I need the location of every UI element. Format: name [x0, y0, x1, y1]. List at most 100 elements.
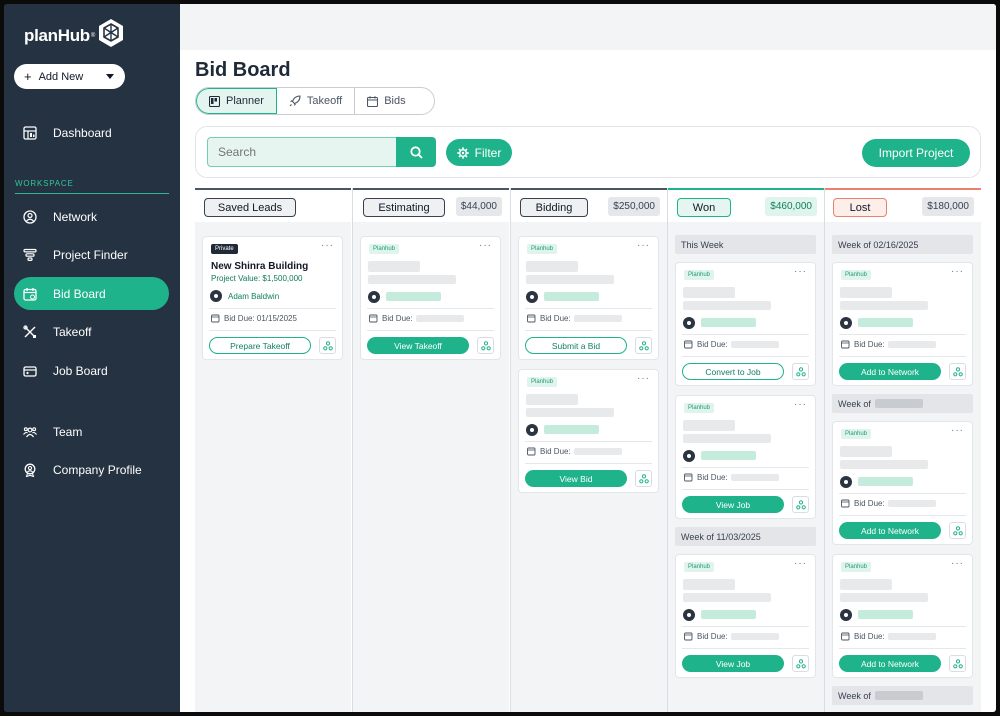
- calendar-clock-icon: [841, 632, 850, 641]
- card-divider: [682, 626, 809, 627]
- lead-card[interactable]: Private ··· New Shinra Building Project …: [202, 236, 343, 360]
- view-takeoff-button[interactable]: View Takeoff: [367, 337, 469, 354]
- add-new-button[interactable]: + Add New: [14, 64, 125, 89]
- convert-to-job-button[interactable]: Convert to Job: [682, 363, 784, 380]
- share-button[interactable]: [949, 522, 966, 539]
- rocket-icon: [289, 95, 301, 107]
- bid-card[interactable]: Planhub ··· Bid Due: View Bid: [518, 369, 659, 493]
- bid-card[interactable]: Planhub ··· Bid Due: View Job: [675, 554, 816, 678]
- avatar: [840, 476, 852, 488]
- card-divider: [839, 356, 966, 357]
- more-icon[interactable]: ···: [951, 425, 964, 436]
- planhub-tag: Planhub: [841, 429, 872, 439]
- avatar: [683, 450, 695, 462]
- view-bid-button[interactable]: View Bid: [525, 470, 627, 487]
- more-icon[interactable]: ···: [794, 558, 807, 569]
- share-button[interactable]: [792, 655, 809, 672]
- app-window: planHub ® + Add New Dashboard WORKSPACE …: [4, 4, 996, 712]
- tab-takeoff[interactable]: Takeoff: [277, 88, 356, 114]
- share-icon: [952, 525, 963, 535]
- tab-planner[interactable]: Planner: [196, 88, 277, 114]
- bid-card[interactable]: Planhub ··· Bid Due: Add to Network: [832, 421, 973, 545]
- bid-card[interactable]: Planhub ··· Bid Due: Add to Network: [832, 262, 973, 386]
- status-pill[interactable]: Saved Leads: [204, 198, 296, 217]
- more-icon[interactable]: ···: [321, 240, 334, 251]
- bid-due: Bid Due: 01/15/2025: [211, 314, 297, 323]
- search-button[interactable]: [396, 137, 436, 167]
- share-button[interactable]: [792, 363, 809, 380]
- brand-name: planHub: [24, 25, 90, 45]
- bid-card[interactable]: Planhub ··· Bid Due: View Takeoff: [360, 236, 501, 360]
- card-divider: [682, 356, 809, 357]
- filter-label: Filter: [474, 145, 502, 160]
- column-top-bar: [195, 188, 351, 190]
- add-to-network-button[interactable]: Add to Network: [839, 363, 941, 380]
- search-input[interactable]: [207, 137, 397, 167]
- share-button[interactable]: [949, 655, 966, 672]
- skeleton-week-date: [874, 691, 923, 700]
- status-pill[interactable]: Lost: [833, 198, 887, 217]
- bid-due-text: Bid Due:: [697, 340, 728, 349]
- more-icon[interactable]: ···: [951, 558, 964, 569]
- bid-card[interactable]: Planhub ··· Bid Due: View Job: [675, 395, 816, 519]
- import-project-button[interactable]: Import Project: [862, 139, 970, 167]
- tab-bids[interactable]: Bids: [355, 88, 433, 114]
- calendar-clock-icon: [527, 447, 536, 456]
- bid-card[interactable]: Planhub ··· Bid Due: Submit a Bid: [518, 236, 659, 360]
- sidebar-item-project-finder[interactable]: Project Finder: [14, 238, 169, 271]
- share-button[interactable]: [792, 496, 809, 513]
- sidebar-item-team[interactable]: Team: [14, 415, 169, 448]
- dashboard-icon: [23, 125, 37, 140]
- prepare-takeoff-button[interactable]: Prepare Takeoff: [209, 337, 311, 354]
- week-group-header: Week of 11/03/2025: [675, 527, 816, 546]
- status-pill[interactable]: Bidding: [520, 198, 588, 217]
- column-lost: Lost $180,000 Week of 02/16/2025 Planhub…: [825, 188, 981, 712]
- more-icon[interactable]: ···: [637, 240, 650, 251]
- view-job-button[interactable]: View Job: [682, 496, 784, 513]
- tab-label: Takeoff: [306, 95, 343, 107]
- skeleton-value: [526, 275, 614, 284]
- sidebar-item-label: Project Finder: [53, 247, 128, 262]
- bid-card[interactable]: Planhub ··· Bid Due: Add to Network: [832, 554, 973, 678]
- sidebar-item-network[interactable]: Network: [14, 200, 169, 233]
- submit-bid-button[interactable]: Submit a Bid: [525, 337, 627, 354]
- status-pill[interactable]: Estimating: [363, 198, 445, 217]
- skeleton-title: [683, 579, 735, 590]
- view-job-button[interactable]: View Job: [682, 655, 784, 672]
- share-button[interactable]: [477, 337, 494, 354]
- bid-due: Bid Due:: [527, 447, 622, 456]
- sidebar-item-job-board[interactable]: Job Board: [14, 354, 169, 387]
- planhub-tag: Planhub: [684, 403, 715, 413]
- column-top-bar: [825, 188, 981, 190]
- share-button[interactable]: [635, 337, 652, 354]
- share-button[interactable]: [949, 363, 966, 380]
- sidebar-item-takeoff[interactable]: Takeoff: [14, 315, 169, 348]
- avatar: [683, 609, 695, 621]
- brand-logo[interactable]: planHub ®: [24, 18, 125, 53]
- share-button[interactable]: [635, 470, 652, 487]
- add-to-network-button[interactable]: Add to Network: [839, 522, 941, 539]
- person-name[interactable]: Adam Baldwin: [228, 292, 279, 301]
- skeleton-value: [526, 408, 614, 417]
- sidebar-item-company-profile[interactable]: Company Profile: [14, 453, 169, 486]
- calendar-clock-icon: [841, 499, 850, 508]
- bid-card[interactable]: Planhub ··· Bid Due: Convert to Job: [675, 262, 816, 386]
- planhub-tag: Planhub: [527, 377, 558, 387]
- filter-button[interactable]: Filter: [446, 139, 512, 166]
- skeleton-title: [526, 394, 578, 405]
- sidebar-item-dashboard[interactable]: Dashboard: [14, 116, 169, 149]
- card-title: New Shinra Building: [211, 261, 309, 272]
- more-icon[interactable]: ···: [479, 240, 492, 251]
- more-icon[interactable]: ···: [637, 373, 650, 384]
- calendar-clock-icon: [527, 314, 536, 323]
- card-divider: [367, 330, 494, 331]
- sidebar-item-bid-board[interactable]: Bid Board: [14, 277, 169, 310]
- status-pill[interactable]: Won: [677, 198, 731, 217]
- more-icon[interactable]: ···: [794, 399, 807, 410]
- share-button[interactable]: [319, 337, 336, 354]
- skeleton-date: [730, 633, 779, 640]
- more-icon[interactable]: ···: [951, 266, 964, 277]
- card-divider: [682, 648, 809, 649]
- more-icon[interactable]: ···: [794, 266, 807, 277]
- add-to-network-button[interactable]: Add to Network: [839, 655, 941, 672]
